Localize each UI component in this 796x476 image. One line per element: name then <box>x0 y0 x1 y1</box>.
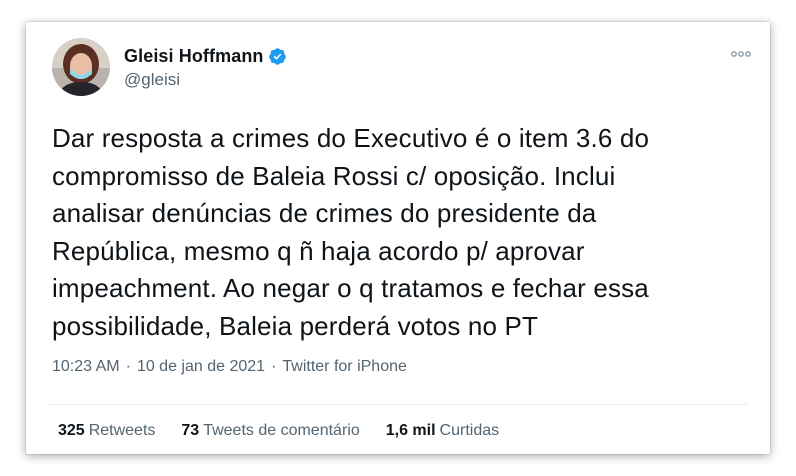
tweet-time[interactable]: 10:23 AM <box>52 358 120 376</box>
retweets-stat[interactable]: 325 Retweets <box>58 422 155 440</box>
screenshot-stage: Gleisi Hoffmann @gleisi Dar resposta a c… <box>0 0 796 476</box>
avatar[interactable] <box>52 38 110 96</box>
tweet-meta: 10:23 AM · 10 de jan de 2021 · Twitter f… <box>52 358 407 376</box>
tweet-stats: 325 Retweets 73 Tweets de comentário 1,6 m… <box>58 422 525 440</box>
stats-divider <box>48 404 748 405</box>
quote-tweets-count: 73 <box>181 422 200 439</box>
tweet-text: Dar resposta a crimes do Executivo é o i… <box>52 123 650 341</box>
likes-label: Curtidas <box>439 422 500 439</box>
quote-tweets-label: Tweets de comentário <box>203 422 360 439</box>
author-handle[interactable]: @gleisi <box>124 70 287 90</box>
quote-tweets-stat[interactable]: 73 Tweets de comentário <box>181 422 359 440</box>
author-names: Gleisi Hoffmann @gleisi <box>124 44 287 90</box>
retweets-count: 325 <box>58 422 85 439</box>
tweet-card: Gleisi Hoffmann @gleisi Dar resposta a c… <box>26 22 770 454</box>
likes-stat[interactable]: 1,6 mil Curtidas <box>386 422 499 440</box>
likes-count: 1,6 mil <box>385 422 436 439</box>
meta-separator: · <box>271 358 277 375</box>
avatar-photo <box>52 38 110 96</box>
more-dots-icon[interactable] <box>730 46 752 57</box>
tweet-source[interactable]: Twitter for iPhone <box>282 358 407 376</box>
display-name-row: Gleisi Hoffmann <box>124 44 287 68</box>
tweet-header: Gleisi Hoffmann @gleisi <box>52 36 287 98</box>
author-display-name[interactable]: Gleisi Hoffmann <box>124 46 264 67</box>
tweet-date[interactable]: 10 de jan de 2021 <box>137 358 265 376</box>
verified-badge-icon <box>268 47 287 66</box>
meta-separator: · <box>125 358 131 375</box>
retweets-label: Retweets <box>88 422 156 439</box>
